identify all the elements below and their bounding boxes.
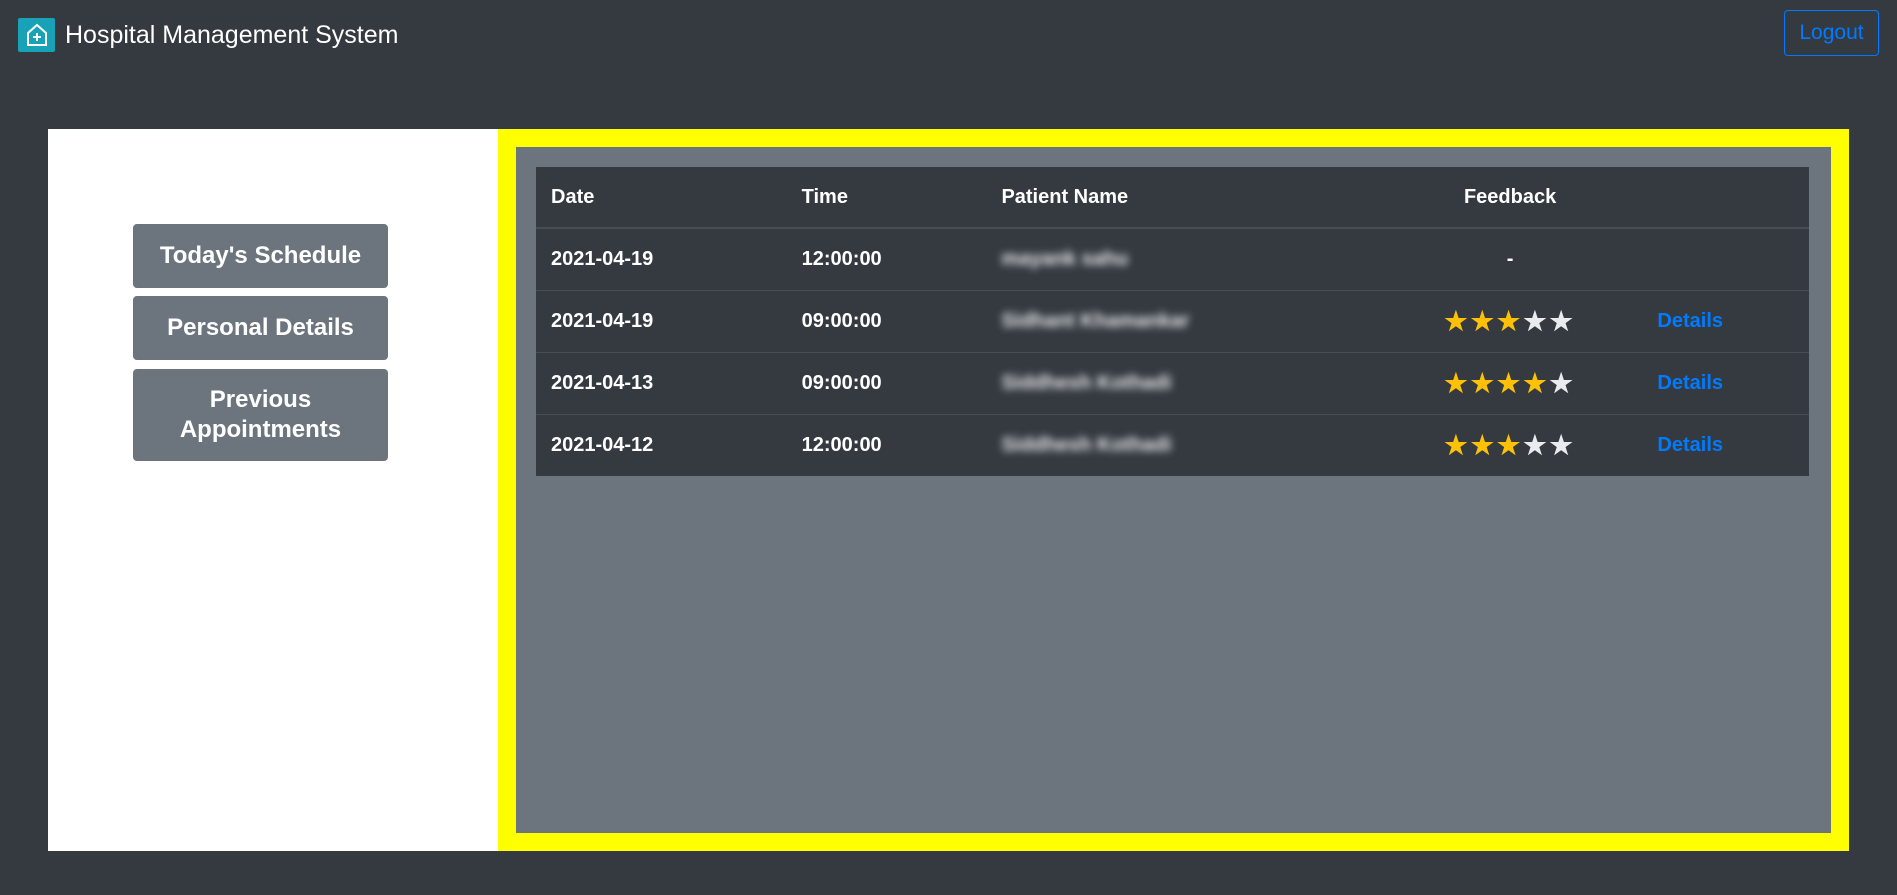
cell-feedback: ★★★★★	[1377, 414, 1643, 476]
cell-time: 09:00:00	[786, 352, 987, 415]
cell-patient-name: Siddhesh Kothadi	[986, 352, 1378, 415]
cell-details: Details	[1642, 352, 1809, 415]
cell-date: 2021-04-12	[536, 414, 787, 476]
patient-name: Sidhant Khamankar	[1001, 310, 1190, 332]
sidebar: Today's Schedule Personal Details Previo…	[48, 129, 498, 851]
header-patient-name: Patient Name	[986, 167, 1378, 229]
star-icon: ★	[1470, 430, 1497, 460]
header-details	[1642, 167, 1809, 229]
table-row: 2021-04-19 12:00:00 mayank sahu -	[536, 227, 1809, 291]
header-time: Time	[786, 167, 987, 229]
star-icon: ★	[1549, 430, 1576, 460]
cell-details	[1642, 227, 1809, 291]
app-title: Hospital Management System	[65, 20, 399, 49]
hospital-icon	[18, 18, 55, 52]
cell-patient-name: Siddhesh Kothadi	[986, 414, 1378, 476]
cell-date: 2021-04-19	[536, 227, 787, 291]
details-link[interactable]: Details	[1657, 310, 1723, 332]
patient-name: Siddhesh Kothadi	[1001, 372, 1172, 394]
brand[interactable]: Hospital Management System	[18, 18, 398, 52]
patient-name: Siddhesh Kothadi	[1001, 434, 1172, 456]
cell-feedback: ★★★★★	[1377, 290, 1643, 353]
cell-time: 12:00:00	[786, 414, 987, 476]
cell-date: 2021-04-19	[536, 290, 787, 353]
appointments-container: Date Time Patient Name Feedback 2021-04-…	[516, 147, 1831, 833]
star-icon: ★	[1549, 368, 1576, 398]
star-icon: ★	[1523, 306, 1550, 336]
star-icon: ★	[1470, 306, 1497, 336]
cell-feedback: -	[1377, 227, 1643, 291]
table-row: 2021-04-12 12:00:00 Siddhesh Kothadi ★★★★★ D…	[536, 414, 1809, 476]
table-row: 2021-04-19 09:00:00 Sidhant Khamankar ★★★★★…	[536, 290, 1809, 353]
appointments-table: Date Time Patient Name Feedback 2021-04-…	[536, 167, 1809, 476]
previous-appointments-button[interactable]: Previous Appointments	[133, 369, 388, 461]
star-icon: ★	[1444, 368, 1471, 398]
no-feedback-text: -	[1506, 248, 1514, 270]
patient-name: mayank sahu	[1001, 248, 1129, 270]
star-icon: ★	[1470, 368, 1497, 398]
rating-stars: ★★★★★	[1444, 430, 1576, 460]
cell-date: 2021-04-13	[536, 352, 787, 415]
details-link[interactable]: Details	[1657, 372, 1723, 394]
star-icon: ★	[1496, 430, 1524, 460]
cell-details: Details	[1642, 414, 1809, 476]
cell-time: 12:00:00	[786, 227, 987, 291]
star-icon: ★	[1496, 306, 1524, 336]
star-icon: ★	[1523, 430, 1550, 460]
star-icon: ★	[1549, 306, 1576, 336]
main-panel: Date Time Patient Name Feedback 2021-04-…	[498, 129, 1849, 851]
cell-patient-name: mayank sahu	[986, 227, 1378, 291]
star-icon: ★	[1444, 430, 1471, 460]
logout-button[interactable]: Logout	[1784, 10, 1879, 56]
personal-details-button[interactable]: Personal Details	[133, 296, 388, 360]
header-date: Date	[536, 167, 787, 229]
header-feedback: Feedback	[1377, 167, 1643, 229]
cell-patient-name: Sidhant Khamankar	[986, 290, 1378, 353]
rating-stars: ★★★★★	[1444, 368, 1576, 398]
rating-stars: ★★★★★	[1444, 306, 1576, 336]
navbar: Hospital Management System Logout	[0, 0, 1897, 70]
todays-schedule-button[interactable]: Today's Schedule	[133, 224, 388, 288]
cell-details: Details	[1642, 290, 1809, 353]
star-icon: ★	[1496, 368, 1524, 398]
cell-time: 09:00:00	[786, 290, 987, 353]
star-icon: ★	[1523, 368, 1550, 398]
cell-feedback: ★★★★★	[1377, 352, 1643, 415]
details-link[interactable]: Details	[1657, 434, 1723, 456]
table-header-row: Date Time Patient Name Feedback	[536, 167, 1809, 229]
star-icon: ★	[1444, 306, 1471, 336]
table-row: 2021-04-13 09:00:00 Siddhesh Kothadi ★★★★★ D…	[536, 352, 1809, 415]
